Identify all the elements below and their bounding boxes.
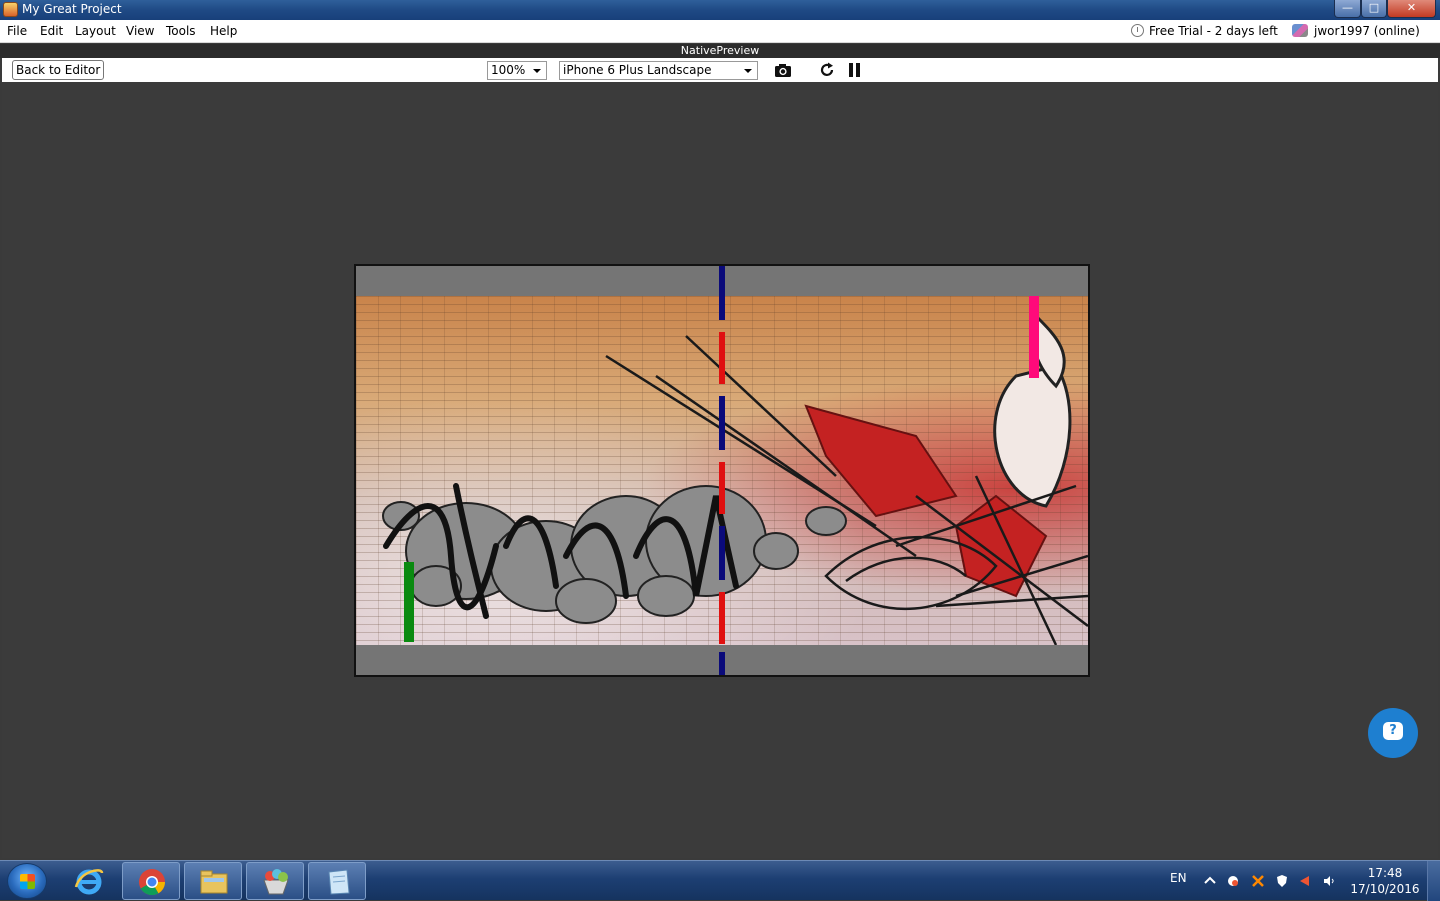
preview-canvas [2, 82, 1438, 858]
free-trial-notice[interactable]: Free Trial - 2 days left [1131, 24, 1278, 38]
center-guide-segment [719, 592, 725, 644]
file-explorer-icon [200, 870, 228, 894]
help-chat-icon: ? [1389, 723, 1397, 738]
center-guide-segment [719, 526, 725, 580]
menu-edit[interactable]: Edit [40, 24, 63, 38]
user-avatar-icon [1292, 24, 1308, 37]
network-icon[interactable] [1226, 874, 1240, 888]
menu-layout[interactable]: Layout [75, 24, 116, 38]
chrome-button[interactable] [122, 862, 180, 900]
notepad-icon [328, 869, 350, 895]
user-status[interactable]: jwor1997 (online) [1292, 24, 1420, 38]
device-screen[interactable] [354, 264, 1090, 677]
flag-icon[interactable] [1298, 874, 1312, 888]
center-guide-segment [719, 396, 725, 450]
title-bar: My Great Project — □ ✕ [0, 0, 1440, 20]
menu-view[interactable]: View [126, 24, 154, 38]
device-select[interactable]: iPhone 6 Plus Landscape [559, 61, 758, 80]
device-value: iPhone 6 Plus Landscape [563, 63, 712, 77]
taskbar: EN 17:48 17/10/2016 [0, 860, 1440, 901]
file-explorer-button[interactable] [184, 862, 242, 900]
zoom-value: 100% [491, 63, 526, 77]
chrome-icon [139, 869, 166, 896]
volume-icon[interactable] [1322, 874, 1336, 888]
center-guide-segment [719, 652, 725, 675]
start-button[interactable] [7, 863, 47, 899]
minimize-button[interactable]: — [1334, 0, 1361, 18]
guide-overlay [404, 266, 1039, 675]
menu-help[interactable]: Help [210, 24, 237, 38]
system-clock[interactable]: 17:48 17/10/2016 [1344, 865, 1426, 897]
green-marker-bar [404, 562, 414, 642]
menu-tools[interactable]: Tools [166, 24, 196, 38]
app-icon [263, 869, 289, 895]
show-desktop-button[interactable] [1427, 861, 1440, 901]
native-preview-header: NativePreview [0, 44, 1440, 58]
center-guide-segment [719, 332, 725, 384]
clock-icon [1131, 24, 1144, 37]
clock-date: 17/10/2016 [1350, 882, 1420, 896]
pause-icon[interactable] [846, 62, 864, 78]
internet-explorer-button[interactable] [60, 862, 118, 900]
internet-explorer-icon [74, 869, 104, 895]
trial-label: Free Trial - 2 days left [1149, 24, 1278, 38]
xampp-icon[interactable] [1251, 874, 1265, 888]
center-guide-segment [719, 266, 725, 320]
chevron-down-icon [533, 69, 541, 73]
camera-icon[interactable] [774, 62, 792, 78]
user-label: jwor1997 (online) [1314, 24, 1420, 38]
zoom-select[interactable]: 100% [487, 61, 547, 80]
app-taskbar-button[interactable] [246, 862, 304, 900]
app-logo-icon [3, 2, 18, 17]
clock-time: 17:48 [1367, 866, 1403, 880]
help-chat-button[interactable]: ? [1368, 708, 1418, 758]
show-hidden-icons-icon[interactable] [1203, 874, 1217, 888]
security-shield-icon[interactable] [1275, 874, 1289, 888]
refresh-icon[interactable] [819, 62, 837, 78]
window-title: My Great Project [22, 2, 122, 16]
notepad-button[interactable] [308, 862, 366, 900]
close-button[interactable]: ✕ [1387, 0, 1436, 18]
preview-toolbar: Back to Editor 100% iPhone 6 Plus Landsc… [2, 58, 1438, 82]
center-guide-segment [719, 462, 725, 514]
back-to-editor-button[interactable]: Back to Editor [12, 60, 105, 80]
language-indicator[interactable]: EN [1170, 871, 1187, 885]
chevron-down-icon [744, 69, 752, 73]
maximize-button[interactable]: □ [1361, 0, 1387, 18]
menu-bar: File Edit Layout View Tools Help Free Tr… [0, 20, 1440, 43]
magenta-marker-bar [1029, 296, 1039, 378]
menu-file[interactable]: File [7, 24, 27, 38]
